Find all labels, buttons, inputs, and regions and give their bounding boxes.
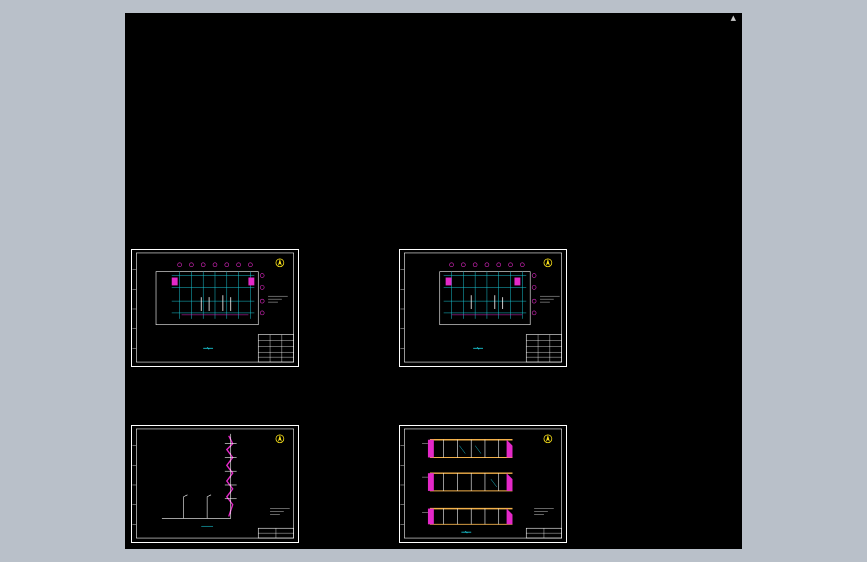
ucs-corner-icon: ▲	[730, 14, 736, 22]
drawing-sheet-section[interactable]	[131, 425, 299, 543]
floor-plan-drawing	[132, 252, 294, 363]
drawing-sheet-floor-plan-2[interactable]	[399, 249, 567, 367]
drawing-sheet-floor-plan-1[interactable]	[131, 249, 299, 367]
section-drawing	[132, 428, 294, 539]
elevations-drawing	[400, 428, 562, 539]
drawing-viewport[interactable]: ▲	[125, 13, 742, 549]
floor-plan-drawing	[400, 252, 562, 363]
cad-workspace: ▲	[0, 0, 867, 562]
drawing-sheet-elevations[interactable]	[399, 425, 567, 543]
